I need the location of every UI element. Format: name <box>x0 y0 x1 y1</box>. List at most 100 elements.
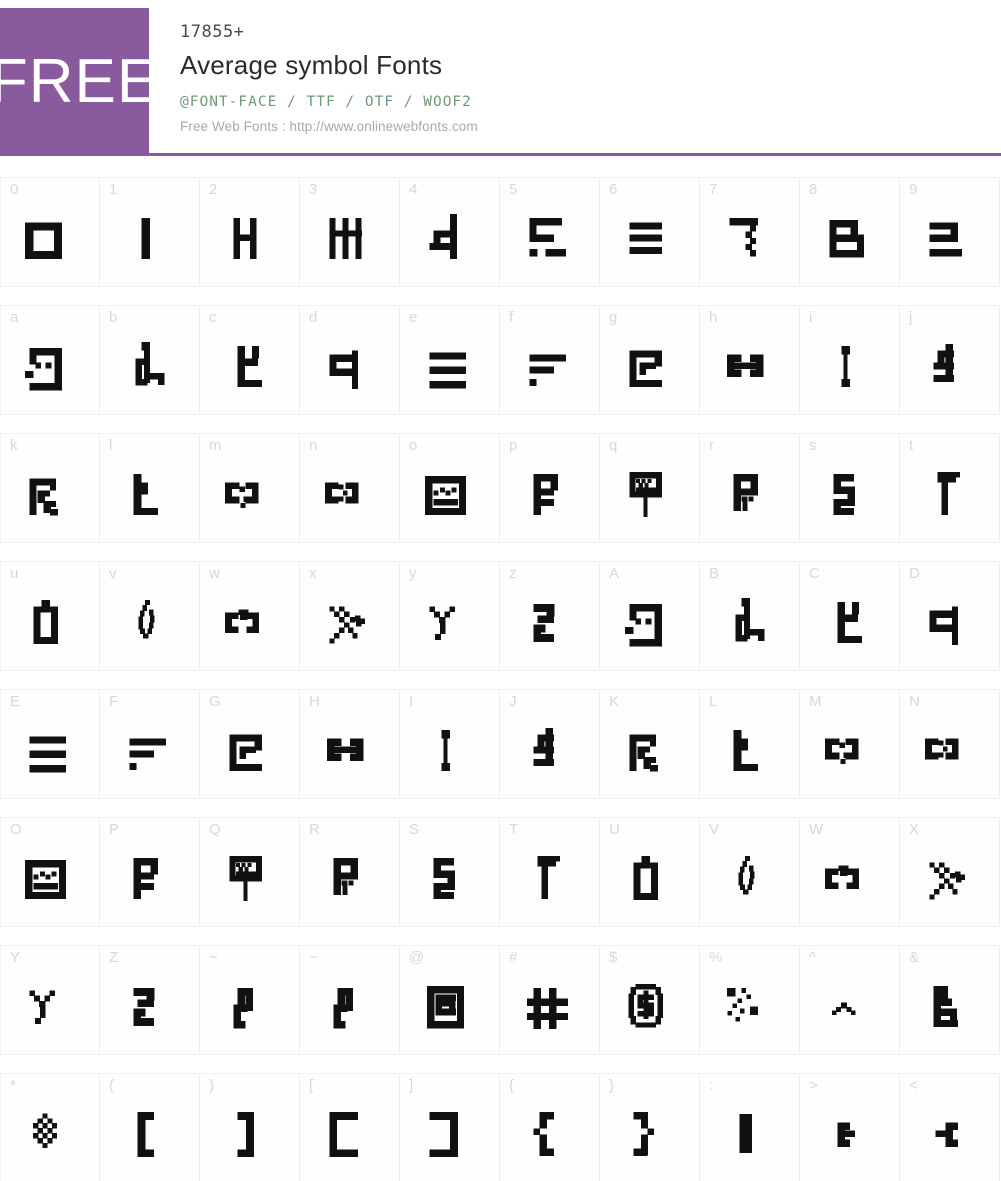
glyph-cell[interactable]: ~ <box>300 945 400 1055</box>
glyph-cell[interactable]: 9 <box>900 177 1000 287</box>
stairs-flag-icon <box>600 716 699 794</box>
glyph-cell[interactable]: O <box>0 817 100 927</box>
glyph-cell[interactable]: g <box>600 305 700 415</box>
glyph-cell[interactable]: w <box>200 561 300 671</box>
flag-drip-icon <box>300 844 399 922</box>
glyph-cell[interactable]: u <box>0 561 100 671</box>
glyph-cell[interactable]: o <box>400 433 500 543</box>
hash-icon <box>500 972 599 1050</box>
glyph-cell[interactable]: Q <box>200 817 300 927</box>
glyph-cell[interactable]: Y <box>0 945 100 1055</box>
glyph-cell[interactable]: 3 <box>300 177 400 287</box>
glyph-cell[interactable]: D <box>900 561 1000 671</box>
glyph-cell[interactable]: E <box>0 689 100 799</box>
glyph-char-label: q <box>609 437 618 454</box>
at-box-icon <box>400 972 499 1050</box>
glyph-cell[interactable]: S <box>400 817 500 927</box>
glyph-cell[interactable]: B <box>700 561 800 671</box>
glyph-cell[interactable]: T <box>500 817 600 927</box>
glyph-cell[interactable]: { <box>500 1073 600 1181</box>
source-link[interactable]: Free Web Fonts : http://www.onlinewebfon… <box>180 119 1001 135</box>
glyph-char-label: 7 <box>709 181 718 198</box>
glyph-row: 0 1 2 3 4 5 6 7 8 9 <box>0 177 1001 287</box>
glyph-cell[interactable]: h <box>700 305 800 415</box>
glyph-cell[interactable]: L <box>700 689 800 799</box>
glyph-cell[interactable]: m <box>200 433 300 543</box>
glyph-cell[interactable]: > <box>800 1073 900 1181</box>
glyph-char-label: X <box>909 821 920 838</box>
glyph-cell[interactable]: 0 <box>0 177 100 287</box>
glyph-cell[interactable]: < <box>900 1073 1000 1181</box>
glyph-cell[interactable]: ) <box>200 1073 300 1181</box>
glyph-cell[interactable]: W <box>800 817 900 927</box>
glyph-cell[interactable]: $ <box>600 945 700 1055</box>
glyph-cell[interactable]: c <box>200 305 300 415</box>
glyph-cell[interactable]: @ <box>400 945 500 1055</box>
glyph-cell[interactable]: G <box>200 689 300 799</box>
glyph-cell[interactable]: j <box>900 305 1000 415</box>
glyph-cell[interactable]: J <box>500 689 600 799</box>
glyph-cell[interactable]: : <box>700 1073 800 1181</box>
glyph-cell[interactable]: M <box>800 689 900 799</box>
glyph-cell[interactable]: } <box>600 1073 700 1181</box>
glyph-cell[interactable]: x <box>300 561 400 671</box>
glyph-cell[interactable]: y <box>400 561 500 671</box>
glyph-cell[interactable]: a <box>0 305 100 415</box>
glyph-cell[interactable]: & <box>900 945 1000 1055</box>
format-list: @FONT-FACE / TTF / OTF / WOOF2 <box>180 93 472 110</box>
glyph-cell[interactable]: C <box>800 561 900 671</box>
glyph-cell[interactable]: 7 <box>700 177 800 287</box>
glyph-cell[interactable]: 4 <box>400 177 500 287</box>
glyph-cell[interactable]: # <box>500 945 600 1055</box>
glyph-cell[interactable]: A <box>600 561 700 671</box>
glyph-cell[interactable]: 2 <box>200 177 300 287</box>
two-bar-hook-icon <box>900 204 999 282</box>
glyph-cell[interactable]: R <box>300 817 400 927</box>
glyph-cell[interactable]: ] <box>400 1073 500 1181</box>
glyph-cell[interactable]: l <box>100 433 200 543</box>
glyph-cell[interactable]: z <box>500 561 600 671</box>
glyph-cell[interactable]: e <box>400 305 500 415</box>
glyph-cell[interactable]: * <box>0 1073 100 1181</box>
glyph-cell[interactable]: 1 <box>100 177 200 287</box>
glyph-cell[interactable]: H <box>300 689 400 799</box>
glyph-cell[interactable]: % <box>700 945 800 1055</box>
glyph-cell[interactable]: t <box>900 433 1000 543</box>
glyph-cell[interactable]: ( <box>100 1073 200 1181</box>
glyph-cell[interactable]: P <box>100 817 200 927</box>
two-boxes-v-icon <box>200 460 299 538</box>
glyph-cell[interactable]: I <box>400 689 500 799</box>
glyph-cell[interactable]: U <box>600 817 700 927</box>
glyph-cell[interactable]: n <box>300 433 400 543</box>
glyph-cell[interactable]: f <box>500 305 600 415</box>
glyph-cell[interactable]: F <box>100 689 200 799</box>
glyph-cell[interactable]: q <box>600 433 700 543</box>
glyph-cell[interactable]: ~ <box>200 945 300 1055</box>
glyph-cell[interactable]: V <box>700 817 800 927</box>
glyph-cell[interactable]: i <box>800 305 900 415</box>
glyph-cell[interactable]: 5 <box>500 177 600 287</box>
glyph-row: a b c d e f g h i j <box>0 305 1001 415</box>
face-box-icon <box>600 588 699 666</box>
glyph-cell[interactable]: r <box>700 433 800 543</box>
glyph-cell[interactable]: k <box>0 433 100 543</box>
glyph-cell[interactable]: ^ <box>800 945 900 1055</box>
glyph-cell[interactable]: v <box>100 561 200 671</box>
glyph-cell[interactable]: 6 <box>600 177 700 287</box>
glyph-cell[interactable]: s <box>800 433 900 543</box>
glyph-cell[interactable]: N <box>900 689 1000 799</box>
glyph-cell[interactable]: K <box>600 689 700 799</box>
glyph-row: * () [] {}: > < <box>0 1073 1001 1181</box>
glyph-cell[interactable]: Z <box>100 945 200 1055</box>
glyph-char-label: Z <box>109 949 119 966</box>
glyph-char-label: I <box>409 693 414 710</box>
glyph-cell[interactable]: d <box>300 305 400 415</box>
glyph-cell[interactable]: X <box>900 817 1000 927</box>
wide-bracket-right-icon <box>400 1100 499 1178</box>
glyph-cell[interactable]: [ <box>300 1073 400 1181</box>
glyph-cell[interactable]: 8 <box>800 177 900 287</box>
glyph-cell[interactable]: p <box>500 433 600 543</box>
glyph-cell[interactable]: b <box>100 305 200 415</box>
glyph-char-label: ] <box>409 1077 414 1094</box>
glyph-char-label: & <box>909 949 920 966</box>
